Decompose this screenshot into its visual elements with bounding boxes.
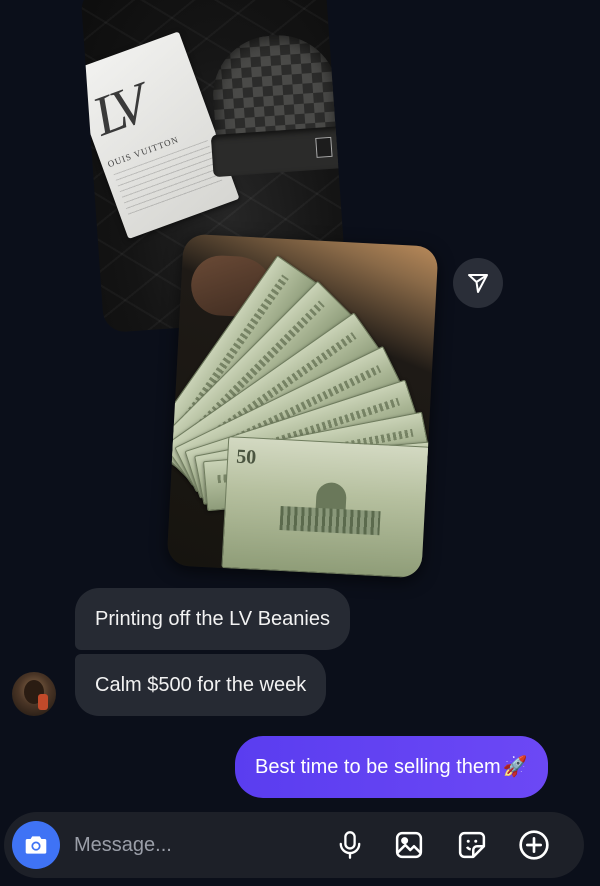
shared-photo-stack[interactable]: LV OUIS VUITTON 50 [0, 0, 600, 590]
message-text: Best time to be selling them [255, 756, 501, 778]
send-icon [468, 274, 488, 293]
lv-beanie [209, 31, 349, 178]
fifty-dollar-bill: 50 [221, 436, 431, 579]
incoming-message[interactable]: Calm $500 for the week [75, 654, 327, 716]
photo-cash[interactable]: 50 [166, 233, 439, 579]
capitol-base [279, 505, 381, 536]
plus-icon [519, 830, 549, 860]
message-text: Calm $500 for the week [95, 674, 307, 696]
message-composer [4, 812, 584, 878]
capitol-engraving [279, 480, 382, 540]
microphone-button[interactable] [332, 827, 368, 863]
bill-denomination: 50 [235, 445, 257, 469]
incoming-message[interactable]: Printing off the LV Beanies [75, 588, 350, 650]
camera-button[interactable] [12, 821, 60, 869]
message-input[interactable] [74, 825, 314, 865]
sticker-button[interactable] [454, 827, 490, 863]
avatar[interactable] [12, 672, 56, 716]
capitol-dome [315, 481, 348, 512]
gallery-icon [395, 831, 423, 859]
camera-icon [25, 836, 47, 854]
message-text: Printing off the LV Beanies [95, 608, 330, 630]
rocket-emoji: 🚀 [502, 756, 528, 778]
sticker-icon [458, 831, 486, 859]
share-button[interactable] [453, 258, 503, 308]
more-button[interactable] [516, 827, 552, 863]
beanie-tag [315, 136, 333, 158]
gallery-button[interactable] [391, 827, 427, 863]
microphone-icon [339, 831, 361, 859]
outgoing-message[interactable]: Best time to be selling them 🚀 [235, 736, 548, 798]
lv-logo: LV [85, 75, 147, 149]
